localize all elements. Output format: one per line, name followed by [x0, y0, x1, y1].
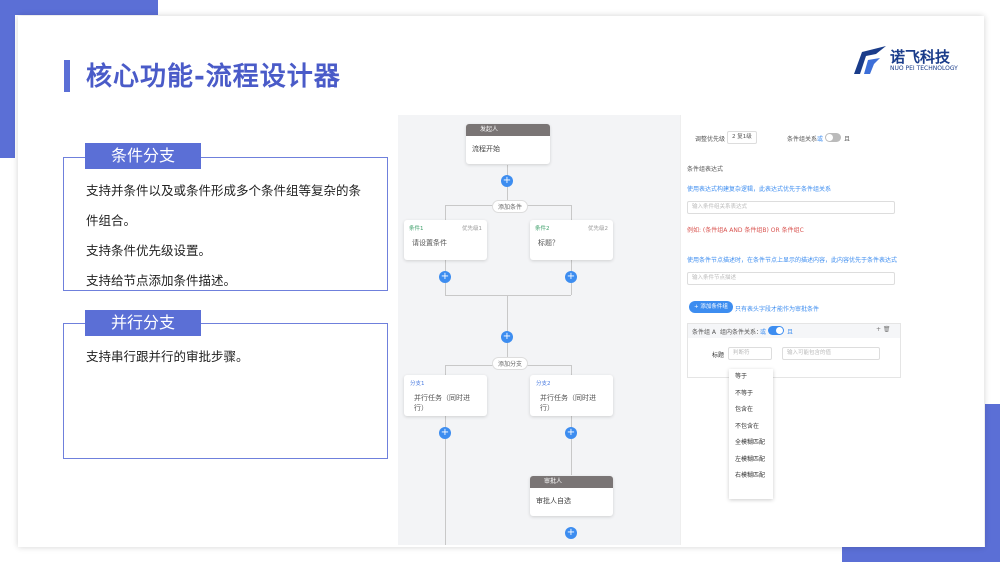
approver-node-header: 审批人 [530, 476, 613, 488]
dropdown-option[interactable]: 不等于 [729, 386, 773, 403]
condition-priority: 优先级1 [462, 226, 482, 232]
condition-label: 条件1 [409, 226, 424, 232]
add-node-button[interactable]: + [501, 331, 513, 343]
dropdown-option[interactable]: 全模糊匹配 [729, 435, 773, 452]
add-node-button[interactable]: + [565, 527, 577, 539]
approver-node-body: 审批人自选 [536, 497, 571, 505]
condition-group-header: 条件组 A 组内条件关系： 或 且 + 🗑 [688, 324, 900, 338]
condition-settings-panel: 调整优先级 2 复1级 条件组关系 或 且 条件组表达式 使用表达式构建复杂逻辑… [680, 115, 980, 545]
relation-toggle[interactable] [825, 133, 841, 142]
description-hint: 使用条件节点描述时，在条件节点上显示的描述内容，此内容优先于条件表达式 [687, 257, 898, 264]
condition-node-1[interactable]: 条件1 优先级1 请设置条件 [404, 220, 487, 260]
add-node-button[interactable]: + [565, 271, 577, 283]
field-label: 标题 [712, 352, 725, 359]
corner-decoration-top-left [0, 0, 158, 15]
add-node-button[interactable]: + [501, 175, 513, 187]
feature-line: 支持条件优先级设置。 [86, 243, 212, 258]
feature-box-condition: 支持并条件以及或条件形成多个条件组等复杂的条 件组合。 支持条件优先级设置。 支… [63, 157, 388, 291]
dropdown-option[interactable]: 不包含在 [729, 419, 773, 436]
corner-decoration-left-bar [0, 0, 15, 158]
add-condition-group-button[interactable]: + 添加条件组 [689, 301, 733, 313]
group-name: 条件组 A [692, 329, 717, 336]
dropdown-option[interactable]: 包含在 [729, 402, 773, 419]
condition-priority: 优先级2 [588, 226, 608, 232]
expression-input[interactable]: 输入条件组关系表达式 [687, 201, 895, 214]
expression-hint: 使用表达式构建复杂逻辑，此表达式优先于条件组关系 [687, 186, 832, 193]
feature-tag-condition: 条件分支 [85, 143, 201, 169]
title-accent-bar [64, 60, 70, 92]
corner-decoration-right-bar [985, 404, 1000, 562]
expression-title: 条件组表达式 [687, 166, 724, 173]
add-group-hint: 只有表头字段才能作为审批条件 [735, 306, 820, 313]
parallel-node-1[interactable]: 分支1 并行任务（同时进行） [404, 375, 487, 416]
condition-node-2[interactable]: 条件2 优先级2 标题？ [530, 220, 613, 260]
relation-and: 且 [844, 136, 851, 143]
add-node-button[interactable]: + [439, 427, 451, 439]
dropdown-option[interactable]: 左模糊匹配 [729, 452, 773, 469]
company-logo: 诺飞科技 NUO PEI TECHNOLOGY [852, 44, 962, 78]
condition-text: 请设置条件 [412, 239, 447, 247]
dropdown-option[interactable]: 等于 [729, 369, 773, 386]
corner-decoration-bottom-right [842, 547, 1000, 562]
start-node-body: 流程开始 [472, 145, 500, 153]
expression-example: 例如: (条件组A AND 条件组B) OR 条件组C [687, 227, 804, 234]
start-node[interactable]: 发起人 流程开始 [466, 124, 550, 164]
parallel-node-2[interactable]: 分支2 并行任务（同时进行） [530, 375, 613, 416]
group-relation-toggle[interactable] [768, 326, 784, 335]
group-relation-or: 或 [760, 329, 767, 336]
feature-line: 件组合。 [86, 213, 137, 228]
logo-mark-icon [854, 46, 886, 74]
feature-box-parallel: 支持串行跟并行的审批步骤。 [63, 323, 388, 459]
condition-label: 条件2 [535, 226, 550, 232]
relation-label: 条件组关系 [787, 136, 818, 143]
priority-select[interactable]: 2 复1级 [727, 131, 757, 144]
group-relation-label: 组内条件关系： [720, 329, 763, 336]
logo-english-name: NUO PEI TECHNOLOGY [890, 65, 958, 72]
relation-or: 或 [817, 136, 824, 143]
value-input[interactable]: 输入可能包含的值 [782, 347, 880, 360]
approver-node[interactable]: 审批人 审批人自选 [530, 476, 613, 516]
add-node-button[interactable]: + [439, 271, 451, 283]
condition-text: 标题？ [538, 239, 559, 247]
add-node-button[interactable]: + [565, 427, 577, 439]
flow-canvas: 发起人 流程开始 + 添加条件 条件1 优先级1 请设置条件 条件2 优先级2 标题… [398, 115, 680, 545]
add-branch-button[interactable]: 添加分支 [492, 357, 529, 370]
logo-name: 诺飞科技 [890, 48, 951, 66]
feature-line: 支持串行跟并行的审批步骤。 [86, 349, 249, 364]
slide-title: 核心功能-流程设计器 [86, 62, 341, 92]
branch-label: 分支2 [536, 381, 551, 387]
add-condition-button[interactable]: 添加条件 [492, 200, 529, 213]
parallel-text: 并行任务（同时进行） [540, 394, 596, 412]
group-relation-and: 且 [787, 329, 794, 336]
feature-tag-parallel: 并行分支 [85, 310, 201, 336]
feature-line: 支持并条件以及或条件形成多个条件组等复杂的条 [86, 183, 362, 198]
condition-group-card: 条件组 A 组内条件关系： 或 且 + 🗑 标题 判断符 输入可能包含的值 [687, 323, 901, 378]
flow-designer-screenshot: 发起人 流程开始 + 添加条件 条件1 优先级1 请设置条件 条件2 优先级2 标题… [398, 115, 980, 545]
dropdown-option[interactable]: 右模糊匹配 [729, 468, 773, 485]
branch-label: 分支1 [410, 381, 425, 387]
start-node-header: 发起人 [466, 124, 550, 136]
priority-label: 调整优先级 [695, 136, 726, 143]
parallel-text: 并行任务（同时进行） [414, 394, 470, 412]
operator-select[interactable]: 判断符 [728, 347, 772, 360]
operator-dropdown: 等于 不等于 包含在 不包含在 全模糊匹配 左模糊匹配 右模糊匹配 [729, 369, 773, 499]
group-action-icons[interactable]: + 🗑 [876, 326, 891, 333]
feature-line: 支持给节点添加条件描述。 [86, 273, 237, 288]
description-input[interactable]: 输入条件节点描述 [687, 272, 895, 285]
